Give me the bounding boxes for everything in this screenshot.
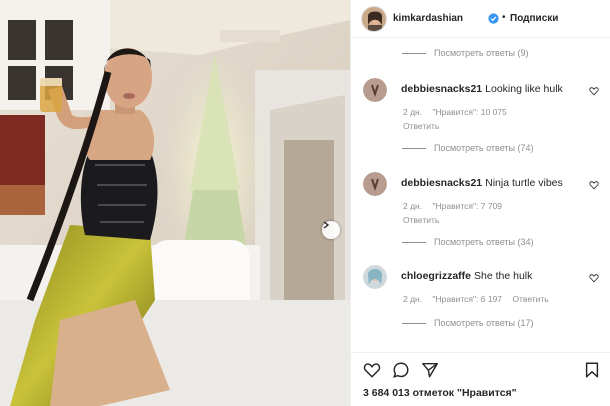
post-actions: 3 684 013 отметок "Нравится" (351, 352, 610, 406)
post-header: kimkardashian • Подписки (351, 0, 610, 38)
reply-button[interactable]: Ответить (403, 121, 439, 131)
comment-body: Ninja turtle vibes (485, 177, 563, 189)
post-likes-count[interactable]: 3 684 013 отметок "Нравится" (363, 387, 517, 399)
like-comment-heart-icon[interactable] (589, 180, 599, 190)
header-separator: • (502, 12, 506, 23)
comment-likes-count[interactable]: "Нравится": 7 709 (432, 201, 502, 211)
author-avatar[interactable] (361, 6, 387, 32)
post-side-panel: kimkardashian • Подписки Посмотреть отве… (350, 0, 610, 406)
commenter-username[interactable]: debbiesnacks21 (401, 177, 482, 189)
chevron-right-icon (323, 221, 330, 229)
comment-text: debbiesnacks21 Ninja turtle vibes (401, 177, 563, 189)
commenter-avatar[interactable] (363, 265, 387, 289)
comment-meta: 2 дн. "Нравится": 10 075 (403, 107, 515, 117)
post-photo[interactable] (0, 0, 350, 406)
view-replies-label: Посмотреть ответы (74) (434, 143, 534, 153)
like-comment-heart-icon[interactable] (589, 273, 599, 283)
commenter-avatar[interactable] (363, 78, 387, 102)
comment-text: debbiesnacks21 Looking like hulk (401, 83, 563, 95)
reply-button[interactable]: Ответить (403, 215, 439, 225)
view-replies-button[interactable]: Посмотреть ответы (17) (402, 318, 534, 328)
commenter-username[interactable]: debbiesnacks21 (401, 83, 482, 95)
following-button[interactable]: Подписки (510, 13, 558, 24)
author-username[interactable]: kimkardashian (393, 13, 463, 24)
view-replies-label: Посмотреть ответы (34) (434, 237, 534, 247)
view-replies-button[interactable]: Посмотреть ответы (74) (402, 143, 534, 153)
view-replies-label: Посмотреть ответы (17) (434, 318, 534, 328)
like-comment-heart-icon[interactable] (589, 86, 599, 96)
post-image (0, 0, 350, 406)
verified-badge-icon (488, 13, 499, 24)
comment-body: Looking like hulk (485, 83, 563, 95)
bookmark-icon[interactable] (583, 361, 601, 379)
comment-likes-count[interactable]: "Нравится": 6 197 (432, 294, 502, 304)
comments-list[interactable]: Посмотреть ответы (9) debbiesnacks21 Look… (351, 38, 610, 352)
view-replies-label: Посмотреть ответы (9) (434, 48, 529, 58)
heart-icon[interactable] (363, 361, 381, 379)
commenter-avatar[interactable] (363, 172, 387, 196)
comment-likes-count[interactable]: "Нравится": 10 075 (432, 107, 506, 117)
divider-line (402, 322, 426, 324)
divider-line (402, 147, 426, 149)
comment-time[interactable]: 2 дн. (403, 294, 422, 304)
comment-time[interactable]: 2 дн. (403, 201, 422, 211)
comment-icon[interactable] (392, 361, 410, 379)
divider-line (402, 241, 426, 243)
comment-meta: 2 дн. "Нравится": 6 197 Ответить (403, 294, 557, 304)
view-replies-button[interactable]: Посмотреть ответы (9) (402, 48, 529, 58)
comment-text: chloegrizzaffe She the hulk (401, 270, 532, 282)
divider-line (402, 52, 426, 54)
share-icon[interactable] (421, 361, 439, 379)
reply-button[interactable]: Ответить (512, 294, 548, 304)
next-photo-button[interactable] (322, 221, 340, 239)
instagram-post: kimkardashian • Подписки Посмотреть отве… (0, 0, 610, 406)
comment-meta: 2 дн. "Нравится": 7 709 (403, 201, 510, 211)
comment-time[interactable]: 2 дн. (403, 107, 422, 117)
view-replies-button[interactable]: Посмотреть ответы (34) (402, 237, 534, 247)
commenter-username[interactable]: chloegrizzaffe (401, 270, 471, 282)
comment-body: She the hulk (474, 270, 533, 282)
